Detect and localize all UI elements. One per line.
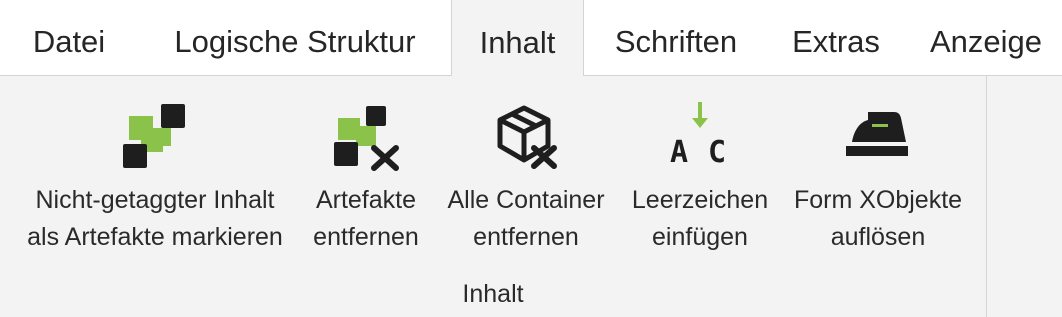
button-label-line1: Artefakte xyxy=(315,186,417,214)
tab-label: Schriften xyxy=(614,24,738,59)
tab-datei[interactable]: Datei xyxy=(14,0,124,76)
tab-label: Datei xyxy=(32,24,106,59)
artifact-remove-icon xyxy=(330,100,402,172)
button-label-line1: Nicht-getaggter Inhalt xyxy=(35,186,275,214)
button-label-line2: als Artefakte markieren xyxy=(27,223,283,251)
tab-label: Inhalt xyxy=(479,24,556,60)
ribbon-group-label: Inhalt xyxy=(462,280,524,308)
flatten-form-xobjects-button[interactable]: Form XObjekte auflösen xyxy=(782,76,974,266)
tab-inhalt[interactable]: Inhalt xyxy=(451,0,584,77)
tab-extras[interactable]: Extras xyxy=(780,0,892,76)
ribbon-panel-inhalt: Nicht-getaggter Inhalt als Artefakte mar… xyxy=(0,76,987,317)
tab-logische-struktur[interactable]: Logische Struktur xyxy=(150,0,440,76)
tab-label: Anzeige xyxy=(930,24,1043,59)
ribbon-tab-bar: Datei Logische Struktur Inhalt Schriften… xyxy=(0,0,1062,77)
remove-artifacts-button[interactable]: Artefakte entfernen xyxy=(300,76,432,266)
tab-schriften[interactable]: Schriften xyxy=(596,0,756,76)
tab-anzeige[interactable]: Anzeige xyxy=(918,0,1062,76)
button-label-line2: entfernen xyxy=(473,223,579,251)
remove-all-containers-button[interactable]: Alle Container entfernen xyxy=(436,76,616,266)
button-label-line1: Form XObjekte xyxy=(793,186,963,214)
svg-text:A: A xyxy=(670,135,688,170)
button-label-line1: Leerzeichen xyxy=(631,186,769,214)
svg-text:C: C xyxy=(708,135,726,170)
flatten-iron-icon xyxy=(842,100,914,172)
button-label-line2: auflösen xyxy=(830,223,926,251)
container-remove-icon xyxy=(490,100,562,172)
tab-label: Logische Struktur xyxy=(174,24,416,59)
artifact-mark-icon xyxy=(119,100,191,172)
button-label-line2: entfernen xyxy=(313,223,419,251)
insert-space-button[interactable]: A C Leerzeichen einfügen xyxy=(622,76,778,266)
mark-untagged-as-artifacts-button[interactable]: Nicht-getaggter Inhalt als Artefakte mar… xyxy=(10,76,300,266)
button-label-line1: Alle Container xyxy=(447,186,605,214)
insert-space-icon: A C xyxy=(664,100,736,172)
tab-label: Extras xyxy=(792,24,880,59)
button-label-line2: einfügen xyxy=(652,223,748,251)
